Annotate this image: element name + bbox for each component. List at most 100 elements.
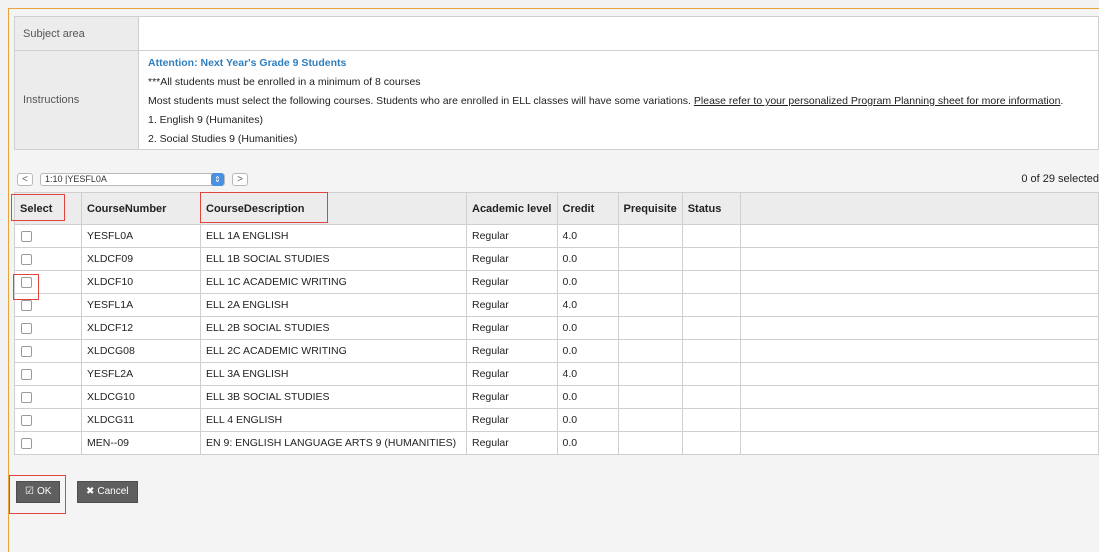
page-range-select[interactable]: 1:10 |YESFL0A ⇕ bbox=[40, 173, 225, 186]
select-arrows-icon: ⇕ bbox=[211, 173, 224, 186]
status-cell bbox=[681, 339, 741, 363]
table-row[interactable]: YESFL1A ELL 2A ENGLISH Regular 4.0 bbox=[14, 293, 1099, 317]
table-row[interactable]: YESFL2A ELL 3A ENGLISH Regular 4.0 bbox=[14, 362, 1099, 386]
column-header-prerequisite[interactable]: Prequisite bbox=[617, 192, 683, 225]
table-row[interactable]: YESFL0A ELL 1A ENGLISH Regular 4.0 bbox=[14, 224, 1099, 248]
cancel-button-label: Cancel bbox=[97, 486, 129, 497]
course-number-cell: YESFL2A bbox=[81, 362, 201, 386]
academic-level-cell: Regular bbox=[466, 224, 558, 248]
select-checkbox[interactable] bbox=[21, 299, 32, 311]
column-header-course-number[interactable]: CourseNumber bbox=[81, 192, 201, 225]
prerequisite-cell bbox=[617, 431, 683, 455]
prev-page-button[interactable]: < bbox=[17, 173, 33, 186]
course-number-cell: MEN--09 bbox=[81, 431, 201, 455]
select-checkbox[interactable] bbox=[21, 414, 32, 426]
academic-level-cell: Regular bbox=[466, 316, 558, 340]
select-checkbox[interactable] bbox=[21, 253, 32, 265]
select-checkbox-cell[interactable] bbox=[14, 408, 82, 432]
filler-cell bbox=[739, 385, 1099, 409]
select-checkbox-cell[interactable] bbox=[14, 270, 82, 294]
academic-level-cell: Regular bbox=[466, 362, 558, 386]
course-number-cell: XLDCF10 bbox=[81, 270, 201, 294]
select-checkbox-cell[interactable] bbox=[14, 431, 82, 455]
column-header-select[interactable]: Select bbox=[14, 192, 82, 225]
prerequisite-cell bbox=[617, 316, 683, 340]
select-checkbox-cell[interactable] bbox=[14, 339, 82, 363]
table-row[interactable]: MEN--09 EN 9: ENGLISH LANGUAGE ARTS 9 (HU… bbox=[14, 431, 1099, 455]
status-cell bbox=[681, 270, 741, 294]
academic-level-cell: Regular bbox=[466, 247, 558, 271]
ok-button[interactable]: ☑ OK bbox=[16, 481, 61, 503]
select-checkbox[interactable] bbox=[21, 322, 32, 334]
status-cell bbox=[681, 316, 741, 340]
credit-cell: 4.0 bbox=[556, 293, 619, 317]
table-row[interactable]: XLDCF09 ELL 1B SOCIAL STUDIES Regular 0.0 bbox=[14, 247, 1099, 271]
select-checkbox-cell[interactable] bbox=[14, 224, 82, 248]
status-cell bbox=[681, 385, 741, 409]
prerequisite-cell bbox=[617, 385, 683, 409]
course-description-cell: EN 9: ENGLISH LANGUAGE ARTS 9 (HUMANITIE… bbox=[200, 431, 467, 455]
table-row[interactable]: XLDCF10 ELL 1C ACADEMIC WRITING Regular 0.0 bbox=[14, 270, 1099, 294]
checkbox-check-icon: ☑ bbox=[25, 486, 34, 497]
column-header-credit[interactable]: Credit bbox=[556, 192, 619, 225]
select-checkbox-cell[interactable] bbox=[14, 247, 82, 271]
select-checkbox[interactable] bbox=[21, 437, 32, 449]
course-number-cell: YESFL1A bbox=[81, 293, 201, 317]
prerequisite-cell bbox=[617, 247, 683, 271]
instructions-label: Instructions bbox=[14, 50, 139, 150]
select-checkbox-cell[interactable] bbox=[14, 385, 82, 409]
table-row[interactable]: XLDCF12 ELL 2B SOCIAL STUDIES Regular 0.0 bbox=[14, 316, 1099, 340]
credit-cell: 0.0 bbox=[556, 316, 619, 340]
select-checkbox[interactable] bbox=[21, 391, 32, 403]
next-page-button[interactable]: > bbox=[232, 173, 248, 186]
column-header-academic-level[interactable]: Academic level bbox=[466, 192, 558, 225]
prerequisite-cell bbox=[617, 339, 683, 363]
close-icon: ✖ bbox=[86, 486, 95, 497]
course-description-cell: ELL 1B SOCIAL STUDIES bbox=[200, 247, 467, 271]
prerequisite-cell bbox=[617, 224, 683, 248]
cancel-button[interactable]: ✖ Cancel bbox=[77, 481, 138, 503]
select-checkbox[interactable] bbox=[21, 276, 32, 288]
filler-cell bbox=[739, 339, 1099, 363]
filler-cell bbox=[739, 293, 1099, 317]
status-cell bbox=[681, 431, 741, 455]
column-header-status[interactable]: Status bbox=[681, 192, 741, 225]
credit-cell: 4.0 bbox=[556, 362, 619, 386]
status-cell bbox=[681, 408, 741, 432]
filler-cell bbox=[739, 431, 1099, 455]
filler-cell bbox=[739, 408, 1099, 432]
academic-level-cell: Regular bbox=[466, 339, 558, 363]
course-description-cell: ELL 1A ENGLISH bbox=[200, 224, 467, 248]
credit-cell: 0.0 bbox=[556, 339, 619, 363]
filler-cell bbox=[739, 224, 1099, 248]
instructions-line: ***All students must be enrolled in a mi… bbox=[148, 76, 421, 88]
program-planning-link[interactable]: Please refer to your personalized Progra… bbox=[694, 95, 1061, 107]
credit-cell: 0.0 bbox=[556, 270, 619, 294]
prerequisite-cell bbox=[617, 362, 683, 386]
course-number-cell: XLDCF12 bbox=[81, 316, 201, 340]
instructions-panel[interactable]: Attention: Next Year's Grade 9 Students … bbox=[138, 50, 1099, 150]
prerequisite-cell bbox=[617, 270, 683, 294]
academic-level-cell: Regular bbox=[466, 408, 558, 432]
table-header-row: Select CourseNumber CourseDescription Ac… bbox=[14, 192, 1099, 225]
subject-area-value bbox=[138, 16, 1099, 51]
page-range-value: 1:10 |YESFL0A bbox=[45, 174, 107, 184]
info-table: Subject area Instructions Attention: Nex… bbox=[14, 16, 1099, 150]
course-table: Select CourseNumber CourseDescription Ac… bbox=[14, 192, 1099, 455]
course-description-cell: ELL 2B SOCIAL STUDIES bbox=[200, 316, 467, 340]
select-checkbox-cell[interactable] bbox=[14, 362, 82, 386]
instructions-title: Attention: Next Year's Grade 9 Students bbox=[148, 57, 347, 69]
filler-cell bbox=[739, 270, 1099, 294]
table-row[interactable]: XLDCG11 ELL 4 ENGLISH Regular 0.0 bbox=[14, 408, 1099, 432]
filler-cell bbox=[739, 316, 1099, 340]
table-row[interactable]: XLDCG08 ELL 2C ACADEMIC WRITING Regular 0.0 bbox=[14, 339, 1099, 363]
column-header-course-description[interactable]: CourseDescription bbox=[200, 192, 467, 225]
select-checkbox-cell[interactable] bbox=[14, 316, 82, 340]
table-row[interactable]: XLDCG10 ELL 3B SOCIAL STUDIES Regular 0.0 bbox=[14, 385, 1099, 409]
course-description-cell: ELL 3A ENGLISH bbox=[200, 362, 467, 386]
select-checkbox[interactable] bbox=[21, 345, 32, 357]
select-checkbox[interactable] bbox=[21, 230, 32, 242]
select-checkbox[interactable] bbox=[21, 368, 32, 380]
select-checkbox-cell[interactable] bbox=[14, 293, 82, 317]
credit-cell: 4.0 bbox=[556, 224, 619, 248]
